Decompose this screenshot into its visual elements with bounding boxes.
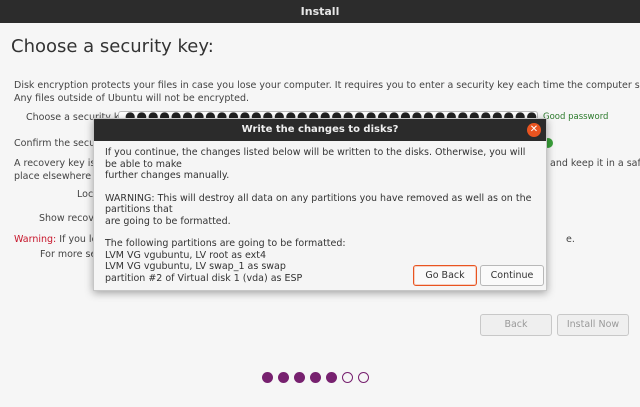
progress-dot-3 (294, 372, 305, 383)
password-strength: Good password (543, 112, 609, 122)
progress-dot-5 (326, 372, 337, 383)
dialog-title: Write the changes to disks? (94, 119, 546, 141)
window-title: Install (0, 0, 640, 23)
partition-item: LVM VG vgubuntu, LV root as ext4 (105, 249, 267, 261)
install-now-button[interactable]: Install Now (557, 314, 629, 336)
back-button[interactable]: Back (480, 314, 552, 336)
warning-tail: e. (566, 234, 575, 245)
recovery-location-label: Loc (77, 189, 94, 200)
progress-dot-1 (262, 372, 273, 383)
show-recovery-label: Show recove (39, 213, 100, 224)
page-title: Choose a security key: (11, 36, 214, 57)
progress-dot-2 (278, 372, 289, 383)
partitions-heading: The following partitions are going to be… (105, 238, 346, 249)
warning-word: Warning: (14, 234, 57, 245)
encryption-description: Disk encryption protects your files in c… (14, 80, 640, 91)
close-icon[interactable]: ✕ (527, 123, 541, 137)
progress-dot-6 (342, 372, 353, 383)
dialog-body: If you continue, the changes listed belo… (105, 147, 535, 284)
progress-dot-4 (310, 372, 321, 383)
go-back-button[interactable]: Go Back (413, 265, 477, 286)
write-changes-dialog: Write the changes to disks? ✕ If you con… (93, 118, 547, 291)
dialog-paragraph-continue: If you continue, the changes listed belo… (105, 147, 526, 181)
encryption-note: Any files outside of Ubuntu will not be … (14, 93, 250, 104)
dialog-paragraph-warning: WARNING: This will destroy all data on a… (105, 192, 532, 227)
recovery-key-text-tail: and keep it in a safe (550, 158, 640, 169)
continue-button[interactable]: Continue (480, 265, 544, 286)
progress-dot-7 (358, 372, 369, 383)
